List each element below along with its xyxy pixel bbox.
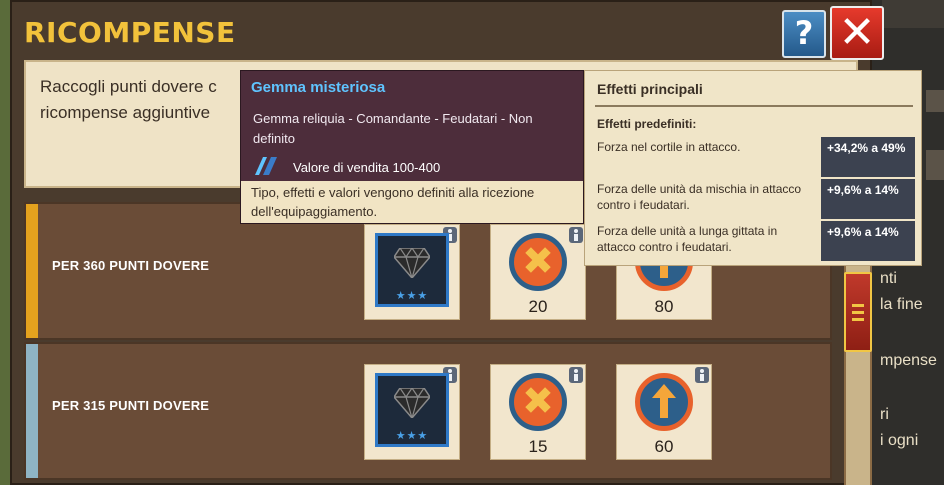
row-label: PER 315 PUNTI DOVERE bbox=[52, 398, 210, 413]
effect-row: Forza delle unità da mischia in attacco … bbox=[595, 179, 915, 219]
info-icon[interactable] bbox=[569, 227, 583, 243]
info-icon[interactable] bbox=[569, 367, 583, 383]
info-icon[interactable] bbox=[695, 367, 709, 383]
item-count: 15 bbox=[528, 437, 548, 456]
diamond-icon bbox=[394, 388, 430, 418]
background-text: i ogni bbox=[880, 432, 919, 449]
row-accent bbox=[26, 204, 38, 338]
help-button[interactable]: ? bbox=[782, 10, 826, 58]
grip-line bbox=[852, 318, 864, 321]
item-count: 60 bbox=[654, 437, 674, 456]
row-accent bbox=[26, 344, 38, 478]
background-icons bbox=[882, 0, 944, 28]
effects-subtitle: Effetti predefiniti: bbox=[597, 117, 697, 131]
star-rating: ★★★ bbox=[395, 430, 429, 442]
background-text: nti bbox=[880, 270, 897, 287]
item-count: 20 bbox=[528, 297, 548, 316]
gem-frame: ★★★ bbox=[375, 373, 449, 447]
background-text: ri bbox=[880, 406, 889, 423]
close-icon: ✕ bbox=[838, 7, 876, 58]
item-count: 80 bbox=[654, 297, 674, 316]
gem-frame: ★★★ bbox=[375, 233, 449, 307]
reward-item-hammer[interactable]: 20 bbox=[490, 224, 586, 320]
scrollbar-thumb[interactable] bbox=[844, 272, 872, 352]
effect-value: +9,6% a 14% bbox=[821, 221, 915, 261]
effect-label: Forza delle unità a lunga gittata in att… bbox=[597, 224, 778, 254]
reward-item-gem[interactable]: ★★★ bbox=[364, 224, 460, 320]
star-rating: ★★★ bbox=[395, 290, 429, 302]
hammer-icon bbox=[509, 233, 567, 291]
background-text: la fine bbox=[880, 296, 923, 313]
reward-item-arrow[interactable]: 60 bbox=[616, 364, 712, 460]
question-icon: ? bbox=[794, 14, 814, 52]
gem-tooltip: Gemma misteriosa Gemma reliquia - Comand… bbox=[240, 70, 584, 224]
tooltip-note: Tipo, effetti e valori vengono definiti … bbox=[241, 181, 583, 223]
grip-line bbox=[852, 304, 864, 307]
effect-label: Forza nel cortile in attacco. bbox=[597, 140, 741, 154]
effects-tooltip: Effetti principali Effetti predefiniti: … bbox=[584, 70, 922, 266]
tooltip-title: Gemma misteriosa bbox=[251, 79, 386, 96]
gem-value-icon bbox=[255, 157, 277, 175]
effect-row: Forza delle unità a lunga gittata in att… bbox=[595, 221, 915, 261]
close-button[interactable]: ✕ bbox=[830, 6, 884, 60]
sell-value: Valore di vendita 100-400 bbox=[293, 160, 441, 175]
effects-title: Effetti principali bbox=[597, 81, 703, 97]
reward-item-gem[interactable]: ★★★ bbox=[364, 364, 460, 460]
effect-label: Forza delle unità da mischia in attacco … bbox=[597, 182, 802, 212]
background-element bbox=[926, 150, 944, 180]
hammer-icon bbox=[509, 373, 567, 431]
arrow-up-icon bbox=[635, 373, 693, 431]
divider bbox=[595, 105, 913, 107]
background-element bbox=[926, 90, 944, 112]
diamond-icon bbox=[394, 248, 430, 278]
effect-value: +34,2% a 49% bbox=[821, 137, 915, 177]
effect-row: Forza nel cortile in attacco. +34,2% a 4… bbox=[595, 137, 915, 177]
tooltip-subtitle: Gemma reliquia - Comandante - Feudatari … bbox=[253, 111, 533, 146]
row-label: PER 360 PUNTI DOVERE bbox=[52, 258, 210, 273]
reward-row: PER 315 PUNTI DOVERE ★★★ 15 60 bbox=[24, 342, 832, 480]
grip-line bbox=[852, 311, 864, 314]
effect-value: +9,6% a 14% bbox=[821, 179, 915, 219]
background-text: mpense bbox=[880, 352, 937, 369]
reward-item-hammer[interactable]: 15 bbox=[490, 364, 586, 460]
window-title: RICOMPENSE bbox=[24, 16, 236, 49]
